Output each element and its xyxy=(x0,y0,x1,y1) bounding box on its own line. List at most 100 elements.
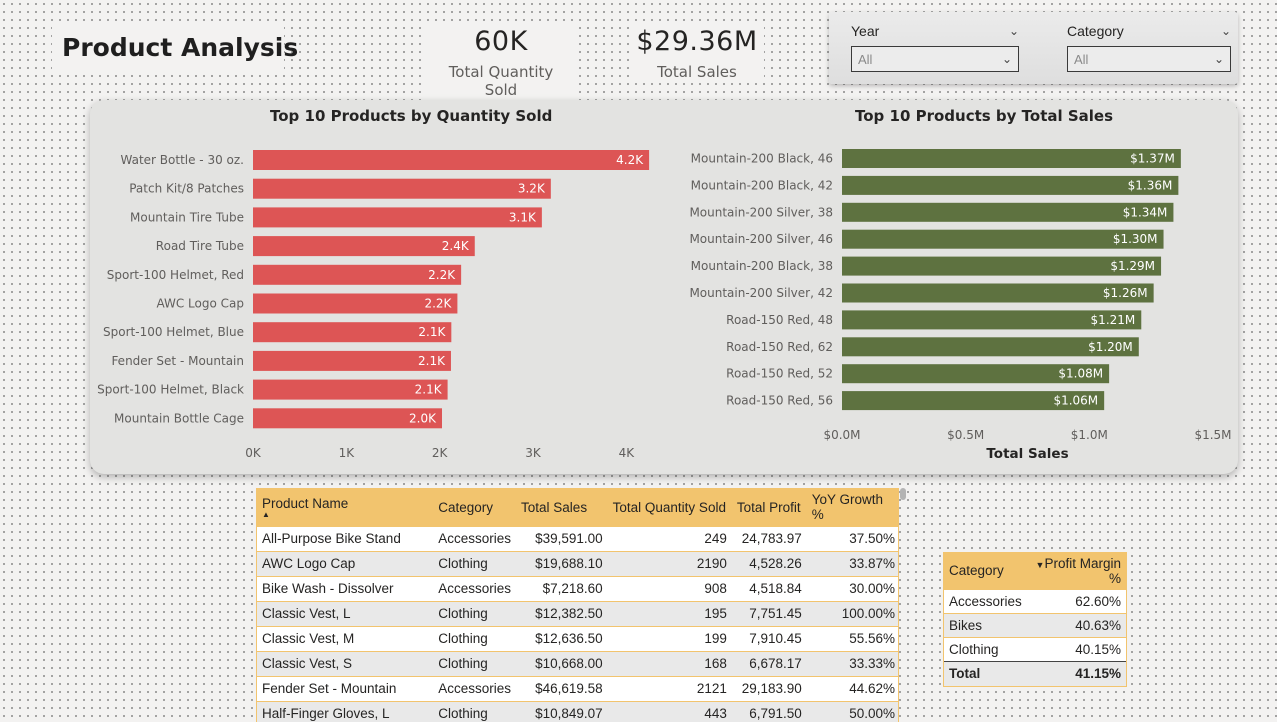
header-label: Profit Margin % xyxy=(1044,555,1121,586)
axis-title: Total Sales xyxy=(986,446,1068,462)
table-row[interactable]: Fender Set - Mountain Accessories $46,619.… xyxy=(257,675,898,701)
column-header-total-sales[interactable]: Total Sales xyxy=(516,489,608,526)
table-row[interactable]: Accessories 62.60% xyxy=(944,588,1126,613)
slicer-panel: Year ⌄ All ⌄ Category ⌄ All ⌄ xyxy=(829,12,1238,84)
slicer-header[interactable]: Category ⌄ xyxy=(1067,20,1231,42)
cell-yoy-growth: 50.00% xyxy=(806,700,898,722)
data-label: 3.2K xyxy=(518,182,546,196)
tick-label: 0K xyxy=(245,446,262,460)
table-row[interactable]: Bikes 40.63% xyxy=(944,612,1126,637)
kpi-total-quantity: 60K Total Quantity Sold xyxy=(425,24,577,101)
cell-yoy-growth: 100.00% xyxy=(806,600,898,626)
column-header-yoy-growth[interactable]: YoY Growth % xyxy=(807,489,898,526)
slicer-label: Year xyxy=(851,23,880,39)
category-label: Road-150 Red, 48 xyxy=(726,313,833,327)
cell-category: Accessories xyxy=(944,588,1027,613)
cell-product-name: All-Purpose Bike Stand xyxy=(257,525,434,551)
cell-yoy-growth: 44.62% xyxy=(806,675,898,701)
cell-product-name: Bike Wash - Dissolver xyxy=(257,575,434,601)
chevron-down-icon: ⌄ xyxy=(1213,52,1224,66)
table-row[interactable]: Clothing 40.15% xyxy=(944,636,1126,661)
charts-svg: Water Bottle - 30 oz. 4.2K Patch Kit/8 Pat… xyxy=(97,149,1232,462)
column-header-profit-margin[interactable]: ▼Profit Margin % xyxy=(1027,553,1126,589)
cell-total-sales: $19,688.10 xyxy=(516,550,608,576)
cell-category: Bikes xyxy=(944,612,1027,637)
category-label: Mountain Bottle Cage xyxy=(114,411,244,425)
chevron-down-icon[interactable]: ⌄ xyxy=(1009,24,1019,38)
cell-category: Clothing xyxy=(433,650,517,676)
data-label: $1.36M xyxy=(1128,178,1173,192)
table-row[interactable]: Classic Vest, M Clothing $12,636.50 199 7,91… xyxy=(257,625,898,651)
cell-yoy-growth: 55.56% xyxy=(806,625,898,651)
data-label: $1.20M xyxy=(1088,340,1133,354)
table-row[interactable]: All-Purpose Bike Stand Accessories $39,591… xyxy=(257,525,898,551)
cell-total-profit: 4,528.26 xyxy=(731,550,807,576)
bar xyxy=(253,150,650,170)
category-label: Sport-100 Helmet, Blue xyxy=(103,325,244,339)
table-scrollbar[interactable] xyxy=(900,488,906,500)
tick-label: 1K xyxy=(339,446,356,460)
category-label: Mountain-200 Silver, 42 xyxy=(689,286,833,300)
product-table: Product Name ▲ Category Total Sales Total… xyxy=(256,488,899,722)
bar xyxy=(253,178,551,199)
cell-product-name: Classic Vest, L xyxy=(257,600,434,626)
chevron-down-icon[interactable]: ⌄ xyxy=(1221,24,1231,38)
cell-product-name: Classic Vest, S xyxy=(257,650,434,676)
cell-category: Clothing xyxy=(433,625,517,651)
cell-yoy-growth: 33.87% xyxy=(806,550,898,576)
data-label: $1.21M xyxy=(1091,313,1136,327)
cell-product-name: Half-Finger Gloves, L xyxy=(257,700,434,722)
cell-profit-margin: 40.15% xyxy=(1026,636,1126,661)
kpi-value: 60K xyxy=(474,26,528,57)
chevron-down-icon: ⌄ xyxy=(1001,52,1012,66)
category-dropdown[interactable]: All ⌄ xyxy=(1067,46,1231,72)
column-header-total-profit[interactable]: Total Profit xyxy=(732,489,807,526)
cell-total-quantity: 249 xyxy=(607,525,732,551)
column-header-category[interactable]: Category xyxy=(944,553,1027,589)
cell-category: Accessories xyxy=(433,575,517,601)
table-header-row: Category ▼Profit Margin % xyxy=(944,553,1126,589)
tick-label: $1.0M xyxy=(1071,428,1108,442)
category-label: AWC Logo Cap xyxy=(156,297,244,311)
data-label: 2.0K xyxy=(409,411,437,425)
total-value: 41.15% xyxy=(1026,660,1126,686)
cell-yoy-growth: 37.50% xyxy=(806,525,898,551)
table-row[interactable]: Half-Finger Gloves, L Clothing $10,849.07 4… xyxy=(257,700,898,722)
data-label: $1.08M xyxy=(1058,367,1103,381)
year-dropdown[interactable]: All ⌄ xyxy=(851,46,1019,72)
table-row[interactable]: Classic Vest, L Clothing $12,382.50 195 7,75… xyxy=(257,600,898,626)
column-header-category[interactable]: Category xyxy=(433,489,516,526)
table-row[interactable]: Bike Wash - Dissolver Accessories $7,218.6… xyxy=(257,575,898,601)
product-table-body: All-Purpose Bike Stand Accessories $39,591… xyxy=(257,525,898,722)
sort-ascending-icon: ▲ xyxy=(262,509,270,519)
tick-label: 4K xyxy=(619,446,636,460)
column-header-total-quantity[interactable]: Total Quantity Sold xyxy=(608,489,732,526)
column-header-product-name[interactable]: Product Name ▲ xyxy=(257,489,433,526)
category-label: Mountain Tire Tube xyxy=(130,210,244,224)
kpi-label: Total Quantity Sold xyxy=(448,63,554,99)
data-label: 2.1K xyxy=(418,354,446,368)
kpi-value: $29.36M xyxy=(636,26,758,57)
kpi-total-sales: $29.36M Total Sales xyxy=(630,24,764,83)
cell-total-sales: $12,636.50 xyxy=(516,625,608,651)
tick-label: $0.5M xyxy=(947,428,984,442)
slicer-header[interactable]: Year ⌄ xyxy=(851,20,1019,42)
slicer-year: Year ⌄ All ⌄ xyxy=(851,20,1019,72)
category-label: Mountain-200 Black, 38 xyxy=(691,259,833,273)
category-label: Mountain-200 Black, 46 xyxy=(691,152,833,166)
table-row[interactable]: Classic Vest, S Clothing $10,668.00 168 6,67… xyxy=(257,650,898,676)
cell-yoy-growth: 33.33% xyxy=(806,650,898,676)
cell-total-profit: 4,518.84 xyxy=(731,575,807,601)
data-label: 2.2K xyxy=(424,297,452,311)
table-row[interactable]: AWC Logo Cap Clothing $19,688.10 2190 4,528.… xyxy=(257,550,898,576)
tick-label: 3K xyxy=(525,446,542,460)
data-label: 4.2K xyxy=(616,153,644,167)
cell-total-sales: $10,668.00 xyxy=(516,650,608,676)
table-header-row: Product Name ▲ Category Total Sales Total… xyxy=(257,489,898,526)
kpi-label: Total Sales xyxy=(657,63,737,81)
profit-margin-table: Category ▼Profit Margin % Accessories 62.… xyxy=(943,552,1127,687)
cell-total-profit: 6,791.50 xyxy=(731,700,807,722)
cell-category: Accessories xyxy=(433,525,517,551)
category-label: Mountain-200 Silver, 38 xyxy=(689,205,833,219)
cell-total-quantity: 443 xyxy=(607,700,732,722)
